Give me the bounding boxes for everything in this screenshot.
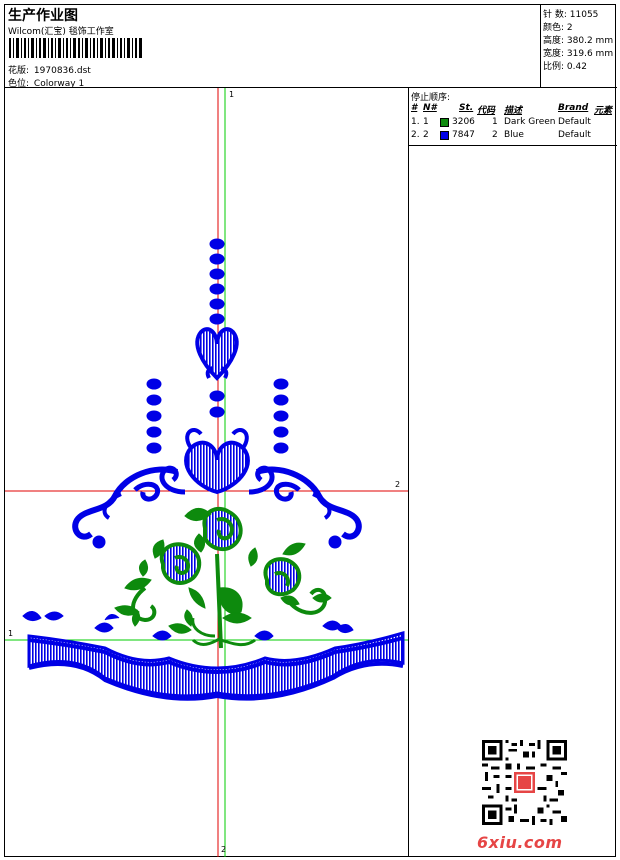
axis-label-left: 1 <box>8 629 14 638</box>
row-code: 2 <box>492 130 498 140</box>
col-header-desc: 描述 <box>504 106 523 116</box>
row-stitches: 7847 <box>452 130 475 140</box>
stitches-row: 针 数: 11055 <box>543 7 598 20</box>
stop-sequence-panel: 停止顺序: # N# St. 代码 描述 Brand 元素 1. 1 3206 … <box>409 88 617 858</box>
green-rose-motif <box>114 506 332 649</box>
axis-label-bottom: 2 <box>221 845 227 854</box>
design-canvas: 1 2 1 2 <box>5 88 409 857</box>
row-brand: Default <box>558 130 591 140</box>
scale-value: 0.42 <box>566 62 587 72</box>
row-desc: Dark Green <box>504 117 556 127</box>
colors-row: 颜色: 2 <box>543 20 573 33</box>
height-value: 380.2 mm <box>566 36 614 46</box>
row-code: 1 <box>492 117 498 127</box>
sheet-header: 生产作业图 Wilcom(汇宝) 毯饰工作室 花版: 1970836.dst 色… <box>5 5 541 89</box>
blue-motif <box>22 238 405 701</box>
file-name-row: 花版: 1970836.dst <box>8 63 91 76</box>
row-num: 1 <box>423 117 429 127</box>
stats-panel: 针 数: 11055 颜色: 2 高度: 380.2 mm 宽度: 319.6 … <box>541 5 617 88</box>
barcode-icon <box>9 38 142 58</box>
width-row: 宽度: 319.6 mm <box>543 46 613 59</box>
width-value: 319.6 mm <box>566 49 614 59</box>
row-idx: 1. <box>411 117 420 127</box>
embroidery-design-icon <box>5 88 408 857</box>
axis-label-right: 2 <box>395 480 401 489</box>
sheet-title: 生产作业图 <box>8 8 78 24</box>
axis-label-top: 1 <box>229 90 235 99</box>
scale-label: 比例: <box>543 62 565 72</box>
stitches-value: 11055 <box>569 10 599 20</box>
row-stitches: 3206 <box>452 117 475 127</box>
row-desc: Blue <box>504 130 524 140</box>
col-header-code: 代码 <box>477 106 496 116</box>
col-header-num: N# <box>423 103 437 113</box>
col-header-element: 元素 <box>594 106 613 116</box>
row-brand: Default <box>558 117 591 127</box>
qr-code-icon <box>482 740 567 825</box>
watermark-site-text: 6xiu.com <box>477 833 563 852</box>
stop-sequence-title: 停止顺序: <box>411 93 451 103</box>
height-label: 高度: <box>543 36 565 46</box>
col-header-idx: # <box>411 103 418 113</box>
color-swatch <box>440 118 449 127</box>
production-sheet: 生产作业图 Wilcom(汇宝) 毯饰工作室 花版: 1970836.dst 色… <box>4 4 617 858</box>
height-row: 高度: 380.2 mm <box>543 33 613 46</box>
col-header-brand: Brand <box>558 103 589 113</box>
width-label: 宽度: <box>543 49 565 59</box>
color-swatch <box>440 131 449 140</box>
row-idx: 2. <box>411 130 420 140</box>
colors-value: 2 <box>566 23 573 33</box>
company-name: Wilcom(汇宝) 毯饰工作室 <box>8 27 114 37</box>
scale-row: 比例: 0.42 <box>543 59 587 72</box>
file-label: 花版: <box>8 66 30 76</box>
file-value: 1970836.dst <box>33 66 91 76</box>
row-num: 2 <box>423 130 429 140</box>
col-header-st: St. <box>459 103 474 113</box>
stitches-label: 针 数: <box>543 10 567 20</box>
colors-label: 颜色: <box>543 23 565 33</box>
legend-divider <box>409 145 617 146</box>
